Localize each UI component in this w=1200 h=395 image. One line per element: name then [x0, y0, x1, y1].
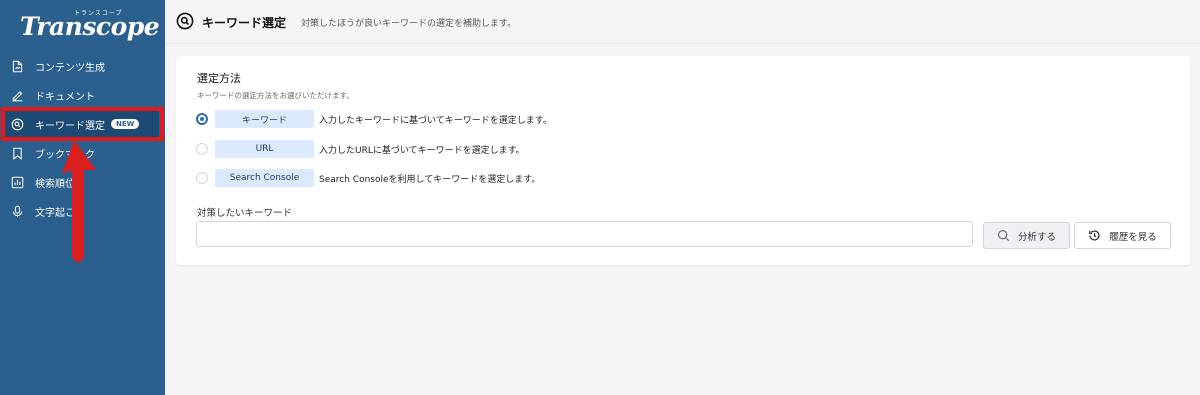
option-description: 入力したURLに基づいてキーワードを選定します。	[319, 145, 525, 156]
option-search-console[interactable]: Search Console Search Consoleを利用してキーワードを…	[196, 169, 540, 187]
arrow-annotation	[62, 140, 96, 263]
keyword-field-label: 対策したいキーワード	[197, 208, 293, 219]
highlight-box	[1, 107, 164, 141]
page-subtitle: 対策したほうが良いキーワードの選定を補助します。	[301, 19, 517, 29]
search-icon	[176, 12, 194, 30]
logo-text: Transcope	[20, 12, 160, 41]
microphone-icon	[10, 204, 24, 218]
page-title: キーワード選定	[202, 16, 287, 30]
option-keyword[interactable]: キーワード 入力したキーワードに基づいてキーワードを選定します。	[196, 110, 552, 128]
option-description: Search Consoleを利用してキーワードを選定します。	[319, 174, 541, 185]
radio-search-console[interactable]	[196, 172, 208, 184]
radio-keyword[interactable]	[196, 113, 208, 125]
keyword-selection-card: 選定方法 キーワードの選定方法をお選びいただけます。 キーワード 入力したキーワ…	[176, 56, 1190, 265]
radio-url[interactable]	[196, 143, 208, 155]
section-title: 選定方法	[197, 72, 241, 85]
search-icon	[998, 230, 1010, 242]
keyword-input[interactable]	[196, 221, 973, 247]
option-url[interactable]: URL 入力したURLに基づいてキーワードを選定します。	[196, 140, 525, 158]
bookmark-icon	[10, 146, 24, 160]
sidebar-item-label: コンテンツ生成	[35, 62, 105, 74]
document-icon	[10, 59, 24, 73]
option-chip: キーワード	[215, 110, 314, 128]
option-chip: Search Console	[215, 169, 314, 187]
sidebar-item-content-generation[interactable]: コンテンツ生成	[0, 53, 165, 79]
sidebar-item-documents[interactable]: ドキュメント	[0, 82, 165, 108]
edit-icon	[10, 88, 24, 102]
section-description: キーワードの選定方法をお選びいただけます。	[197, 91, 354, 100]
transcope-logo[interactable]: トランスコープ Transcope	[20, 8, 160, 44]
analyze-button-label: 分析する	[1017, 231, 1056, 243]
analyze-button[interactable]: 分析する	[983, 222, 1070, 249]
sidebar-item-label: ドキュメント	[35, 91, 95, 103]
view-history-button[interactable]: 履歴を見る	[1074, 222, 1171, 249]
view-history-button-label: 履歴を見る	[1109, 231, 1157, 243]
history-icon	[1089, 230, 1100, 241]
bar-chart-icon	[10, 175, 24, 189]
option-description: 入力したキーワードに基づいてキーワードを選定します。	[319, 115, 552, 126]
page-header: キーワード選定 対策したほうが良いキーワードの選定を補助します。	[165, 0, 1200, 44]
option-chip: URL	[215, 140, 314, 158]
